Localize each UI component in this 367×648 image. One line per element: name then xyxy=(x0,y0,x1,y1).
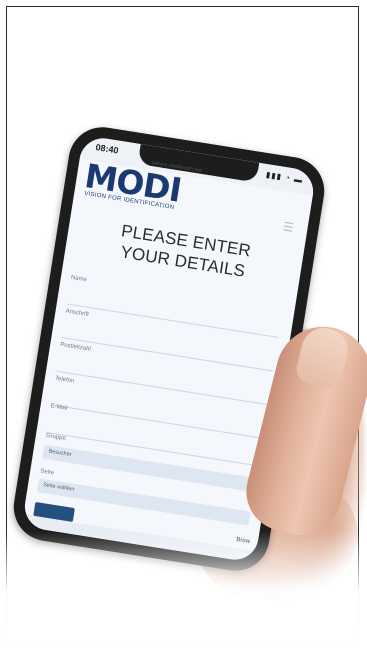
name-label: Name xyxy=(70,274,88,284)
photo: 08:40 service.modihealth.net ▮▮▮ ◔ ▬ MOD… xyxy=(0,0,367,648)
page-value: Seite wählen xyxy=(42,482,75,493)
group-value: Besucher xyxy=(48,448,72,459)
postcode-label: Postleitzahl xyxy=(59,341,92,353)
address-label: Anschrift xyxy=(65,308,90,318)
phone-label: Telefon xyxy=(54,375,75,385)
browser-bottom-bar xyxy=(21,514,257,564)
page-label: Seite xyxy=(39,468,55,477)
browse-button[interactable]: Brow xyxy=(236,537,250,545)
hamburger-icon[interactable]: ☰ xyxy=(282,219,295,235)
email-label: E-Mail xyxy=(50,403,68,412)
